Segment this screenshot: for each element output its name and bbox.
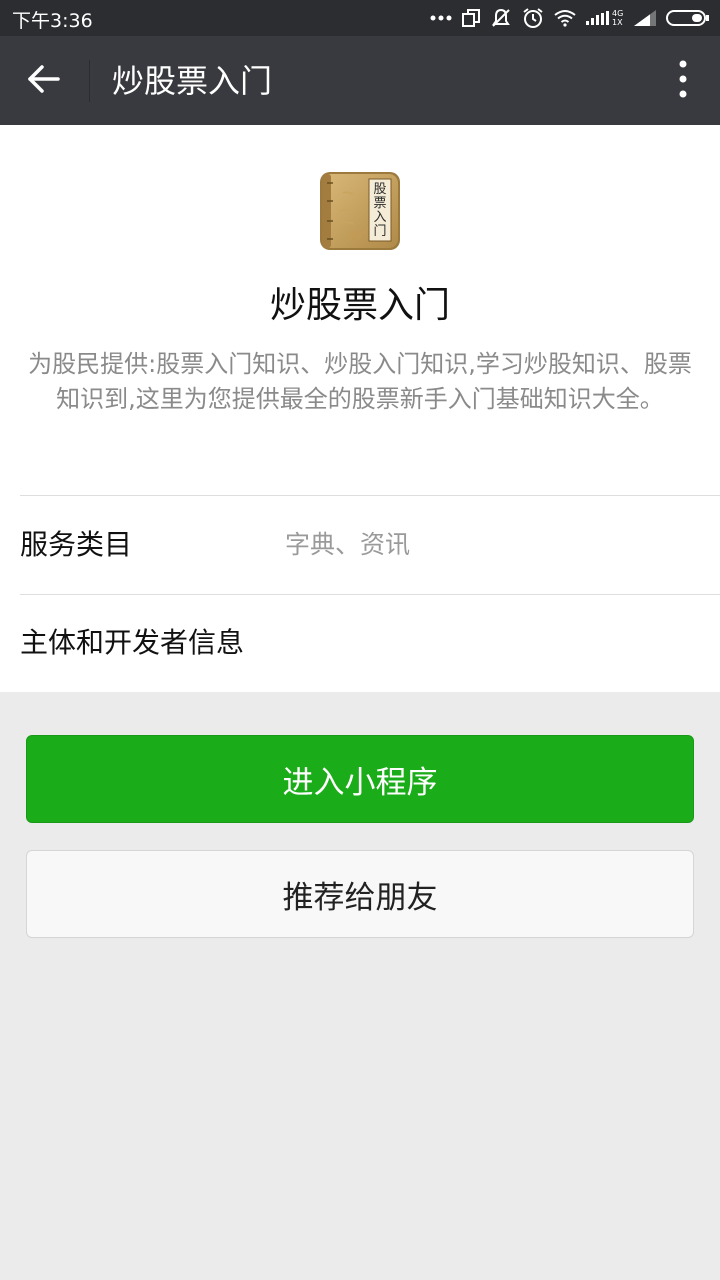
back-arrow-icon bbox=[27, 64, 61, 98]
app-info-card: 股票入门 炒股票入门 为股民提供:股票入门知识、炒股入门知识,学习炒股知识、股票… bbox=[0, 125, 720, 692]
alarm-icon bbox=[522, 7, 544, 29]
developer-info-label: 主体和开发者信息 bbox=[20, 626, 245, 659]
logo-text: 股票入门 bbox=[373, 182, 387, 239]
network-label: 4G 1X bbox=[612, 9, 624, 27]
more-vertical-icon bbox=[679, 60, 687, 102]
service-category-value: 字典、资讯 bbox=[285, 530, 411, 559]
status-icons: 4G 1X bbox=[430, 6, 710, 30]
wifi-icon bbox=[554, 9, 576, 27]
enter-mini-program-button[interactable]: 进入小程序 bbox=[26, 735, 694, 823]
copy-icon bbox=[462, 8, 480, 28]
nav-divider bbox=[89, 60, 90, 102]
vibrate-off-icon bbox=[490, 7, 512, 29]
app-name: 炒股票入门 bbox=[269, 285, 450, 326]
signal-icon bbox=[634, 10, 656, 26]
status-bar: 下午3:36 4G 1X bbox=[0, 0, 720, 36]
back-button[interactable] bbox=[20, 58, 68, 104]
battery-icon bbox=[666, 9, 710, 27]
more-dots-icon bbox=[430, 14, 452, 22]
status-time: 下午3:36 bbox=[12, 10, 93, 32]
recommend-to-friend-button[interactable]: 推荐给朋友 bbox=[26, 850, 694, 938]
developer-info-row[interactable]: 主体和开发者信息 bbox=[0, 595, 720, 692]
book-logo-icon: 股票入门 bbox=[319, 171, 401, 251]
signal-icon: 4G 1X bbox=[586, 9, 624, 27]
app-description: 为股民提供:股票入门知识、炒股入门知识,学习炒股知识、股票知识到,这里为您提供最… bbox=[28, 350, 692, 413]
nav-bar: 炒股票入门 bbox=[0, 36, 720, 125]
more-button[interactable] bbox=[668, 58, 698, 104]
page-title: 炒股票入门 bbox=[112, 62, 273, 100]
divider bbox=[20, 495, 720, 496]
service-category-label: 服务类目 bbox=[20, 528, 133, 561]
